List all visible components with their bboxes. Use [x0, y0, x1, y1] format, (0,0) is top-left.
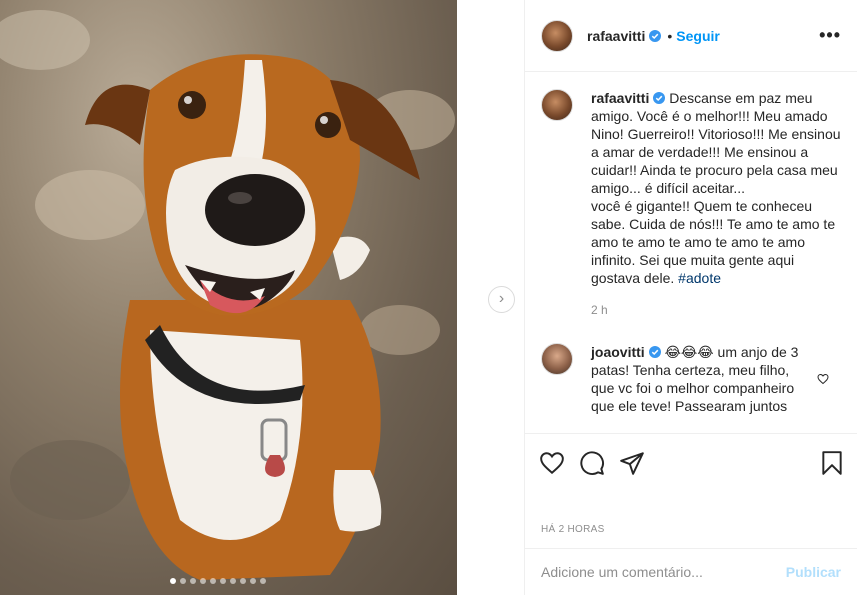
- carousel-dot: [250, 578, 256, 584]
- action-bar: [525, 434, 857, 482]
- bookmark-icon[interactable]: [819, 450, 845, 476]
- header-separator: •: [667, 27, 673, 44]
- carousel-dot: [260, 578, 266, 584]
- post-photo-dog[interactable]: [0, 0, 457, 595]
- caption-text: Descanse em paz meu amigo. Você é o melh…: [591, 90, 841, 286]
- like-comment-heart-icon[interactable]: [817, 373, 829, 385]
- heart-icon[interactable]: [539, 450, 565, 476]
- caption: rafaavitti Descanse em paz meu amigo. Vo…: [541, 89, 841, 319]
- carousel-dot: [230, 578, 236, 584]
- carousel-dot: [240, 578, 246, 584]
- author-username[interactable]: rafaavitti: [587, 28, 645, 44]
- verified-badge-icon: [649, 29, 662, 42]
- caption-body: rafaavitti Descanse em paz meu amigo. Vo…: [591, 89, 841, 319]
- commenter-avatar[interactable]: [541, 343, 573, 375]
- dog-illustration: [0, 10, 455, 580]
- carousel-dot: [200, 578, 206, 584]
- caption-username[interactable]: rafaavitti: [591, 90, 649, 106]
- comment-input[interactable]: [541, 564, 786, 580]
- chevron-right-icon: ›: [498, 290, 505, 307]
- hashtag-link[interactable]: #adote: [678, 270, 721, 286]
- post-side-panel: rafaavitti • Seguir ••• rafaavitti Desca…: [524, 0, 857, 595]
- carousel-dot: [180, 578, 186, 584]
- comment-item: joaovitti 😂😂😂 um anjo de 3 patas! Tenha …: [541, 343, 841, 415]
- carousel-dot: [210, 578, 216, 584]
- author-avatar[interactable]: [541, 89, 573, 121]
- carousel-dot: [220, 578, 226, 584]
- follow-button[interactable]: Seguir: [676, 28, 720, 44]
- carousel-indicator: [170, 578, 266, 584]
- share-icon[interactable]: [619, 450, 645, 476]
- comment-icon[interactable]: [579, 450, 605, 476]
- post-header: rafaavitti • Seguir •••: [525, 0, 857, 72]
- caption-time[interactable]: 2 h: [591, 301, 841, 319]
- carousel-dot: [190, 578, 196, 584]
- author-avatar[interactable]: [541, 19, 573, 52]
- verified-badge-icon: [648, 346, 661, 358]
- post-media: ›: [0, 0, 524, 595]
- post-date[interactable]: HÁ 2 HORAS: [541, 524, 605, 535]
- comments-list[interactable]: rafaavitti Descanse em paz meu amigo. Vo…: [525, 73, 857, 433]
- more-options-icon[interactable]: •••: [819, 25, 841, 46]
- carousel-next-button[interactable]: ›: [488, 286, 515, 313]
- comment-body: joaovitti 😂😂😂 um anjo de 3 patas! Tenha …: [591, 343, 809, 415]
- publish-button[interactable]: Publicar: [786, 564, 841, 580]
- verified-badge-icon: [653, 92, 666, 104]
- commenter-username[interactable]: joaovitti: [591, 344, 645, 360]
- post-actions-area: HÁ 2 HORAS: [525, 433, 857, 535]
- add-comment-bar: Publicar: [525, 548, 857, 595]
- carousel-dot: [170, 578, 176, 584]
